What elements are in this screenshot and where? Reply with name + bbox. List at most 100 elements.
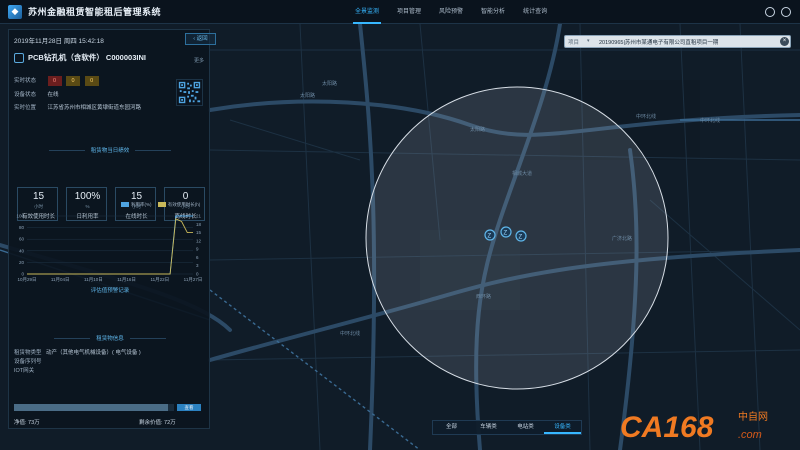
svg-text:Z: Z — [488, 234, 492, 240]
kpi-unit: % — [85, 204, 90, 209]
progress-view-button[interactable]: 查看 — [177, 404, 201, 411]
road-label: 中环北线 — [700, 117, 720, 124]
y-tick-label-right: 15 — [196, 230, 202, 235]
search-input[interactable] — [599, 37, 779, 47]
y-tick-label-right: 3 — [196, 263, 199, 268]
device-detail-panel: 2019年11月28日 周四 15:42:18 ‹ 返回 PCB钻孔机（含软件）… — [8, 29, 216, 429]
y-tick-label-left: 20 — [19, 260, 25, 265]
search-project-select[interactable]: 项目 — [568, 38, 579, 46]
x-tick-label: 10月29日 — [17, 277, 36, 283]
realtime-status-row: 实时状态 0 0 0 — [14, 76, 102, 86]
main-nav: 全景监测 项目管理 风险预警 智能分析 统计查询 — [346, 0, 556, 24]
net-value: 净值: 73万 — [14, 420, 40, 426]
nav-item-monitor[interactable]: 全景监测 — [346, 0, 388, 24]
gear-icon[interactable] — [765, 7, 775, 17]
y-tick-label-right: 9 — [196, 247, 199, 252]
series-line-1 — [27, 218, 193, 275]
value-progress-bar — [14, 404, 174, 411]
device-status-row: 设备状态 在线 — [14, 90, 59, 98]
iot-row: IOT网关 — [14, 366, 37, 374]
serial-label: 设备序列号 — [14, 359, 42, 365]
app-title: 苏州金融租赁智能租后管理系统 — [28, 7, 162, 17]
kpi-value: 15 — [32, 191, 45, 202]
legend-swatch — [121, 202, 129, 208]
kpi-unit: 小时 — [34, 204, 43, 209]
alert-records-link[interactable]: 评估值预警记录 — [9, 286, 211, 294]
asset-type-row: 租赁物类型 动产（其他电气机械设备）( 电气设备 ) — [14, 348, 141, 356]
value-progress-fill — [14, 404, 168, 411]
x-tick-label: 11月27日 — [184, 277, 203, 283]
device-icon — [14, 53, 24, 63]
more-link[interactable]: 更多 — [194, 57, 204, 64]
location-value: 江苏省苏州市相城区黄埭街道东园河路 — [47, 105, 142, 111]
y-tick-label-right: 21 — [196, 214, 202, 219]
back-button[interactable]: ‹ 返回 — [185, 33, 216, 45]
y-tick-label-right: 12 — [196, 238, 202, 243]
tab-power-stations[interactable]: 电站类 — [507, 421, 544, 434]
y-tick-label-left: 0 — [21, 272, 24, 277]
device-status-label: 设备状态 — [14, 92, 37, 98]
back-label: 返回 — [196, 36, 208, 42]
series-line-0 — [27, 215, 193, 275]
y-tick-label-left: 100 — [16, 214, 24, 219]
road-label: 西环路 — [476, 293, 491, 300]
y-tick-label-left: 40 — [19, 248, 25, 253]
tab-equipment[interactable]: 设备类 — [544, 421, 581, 434]
nav-item-project[interactable]: 项目管理 — [388, 0, 430, 24]
road-label: 太阳路 — [322, 80, 337, 87]
serial-row: 设备序列号 — [14, 357, 45, 365]
watermark-text: CA168 — [620, 411, 714, 444]
residual-value: 剩余价值: 72万 — [139, 420, 176, 426]
road-label: 太阳路 — [300, 92, 315, 99]
y-tick-label-right: 18 — [196, 222, 202, 227]
road-label: 中环北线 — [340, 330, 360, 337]
y-tick-label-left: 80 — [19, 225, 25, 230]
road-label: 相城大道 — [512, 170, 532, 177]
legend-label: 有效使用时长(h) — [167, 202, 201, 207]
y-tick-label-left: 60 — [19, 237, 25, 242]
nav-item-risk[interactable]: 风险预警 — [430, 0, 472, 24]
asset-type-label: 租赁物类型 — [14, 350, 42, 356]
realtime-status-label: 实时状态 — [14, 78, 37, 84]
road-label: 太阳路 — [470, 126, 485, 133]
power-icon[interactable] — [781, 7, 791, 17]
app-logo-icon: ◆ — [8, 4, 22, 19]
svg-text:Z: Z — [519, 235, 523, 241]
chart-legend: 利用率(%) 有效使用时长(h) — [121, 202, 200, 208]
watermark-logo: CA168 中自网 .com — [620, 410, 768, 444]
svg-text:Z: Z — [504, 231, 508, 237]
datetime: 2019年11月28日 周四 15:42:18 — [14, 38, 104, 45]
watermark-cn: 中自网 — [738, 410, 768, 423]
nav-item-analysis[interactable]: 智能分析 — [472, 0, 514, 24]
tab-all[interactable]: 全部 — [433, 421, 470, 434]
close-icon[interactable]: × — [780, 37, 789, 46]
device-name: PCB钻孔机（含软件） C000003INI — [28, 53, 146, 62]
x-tick-label: 11月10日 — [84, 277, 103, 283]
performance-chart: 0 20 40 60 80 100 0 3 6 9 12 15 18 21 10月29日 11月04日 11月1… — [16, 214, 203, 284]
status-badge: 0 — [84, 76, 99, 86]
status-badge: 0 — [66, 76, 81, 86]
asset-type-tabs: 全部 车辆类 电站类 设备类 — [432, 420, 582, 435]
x-tick-label: 11月04日 — [51, 277, 70, 283]
top-bar: ◆ 苏州金融租赁智能租后管理系统 全景监测 项目管理 风险预警 智能分析 统计查… — [0, 0, 800, 24]
status-badge: 0 — [47, 76, 62, 86]
y-tick-label-right: 6 — [196, 255, 199, 260]
tab-vehicles[interactable]: 车辆类 — [470, 421, 507, 434]
road-label: 广济北路 — [612, 235, 632, 242]
legend-swatch — [157, 202, 166, 208]
qr-code[interactable] — [176, 79, 203, 106]
nav-item-stats[interactable]: 统计查询 — [514, 0, 556, 24]
legend-label: 利用率(%) — [131, 202, 152, 207]
device-status-value: 在线 — [47, 92, 59, 98]
project-search-bar: 项目 ▾ × — [564, 35, 791, 48]
kpi-value: 100% — [74, 191, 101, 202]
location-row: 实时位置 江苏省苏州市相城区黄埭街道东园河路 — [14, 103, 141, 111]
asset-info-title: 租赁物信息 — [9, 334, 211, 342]
watermark-domain: .com — [738, 429, 762, 441]
road-label: 中环北线 — [636, 113, 656, 120]
location-label: 实时位置 — [14, 105, 37, 111]
kpi-value: 15 — [130, 191, 143, 202]
kpi-value: 0 — [182, 191, 189, 202]
y-tick-label-right: 0 — [196, 272, 199, 277]
chevron-down-icon[interactable]: ▾ — [587, 38, 590, 44]
